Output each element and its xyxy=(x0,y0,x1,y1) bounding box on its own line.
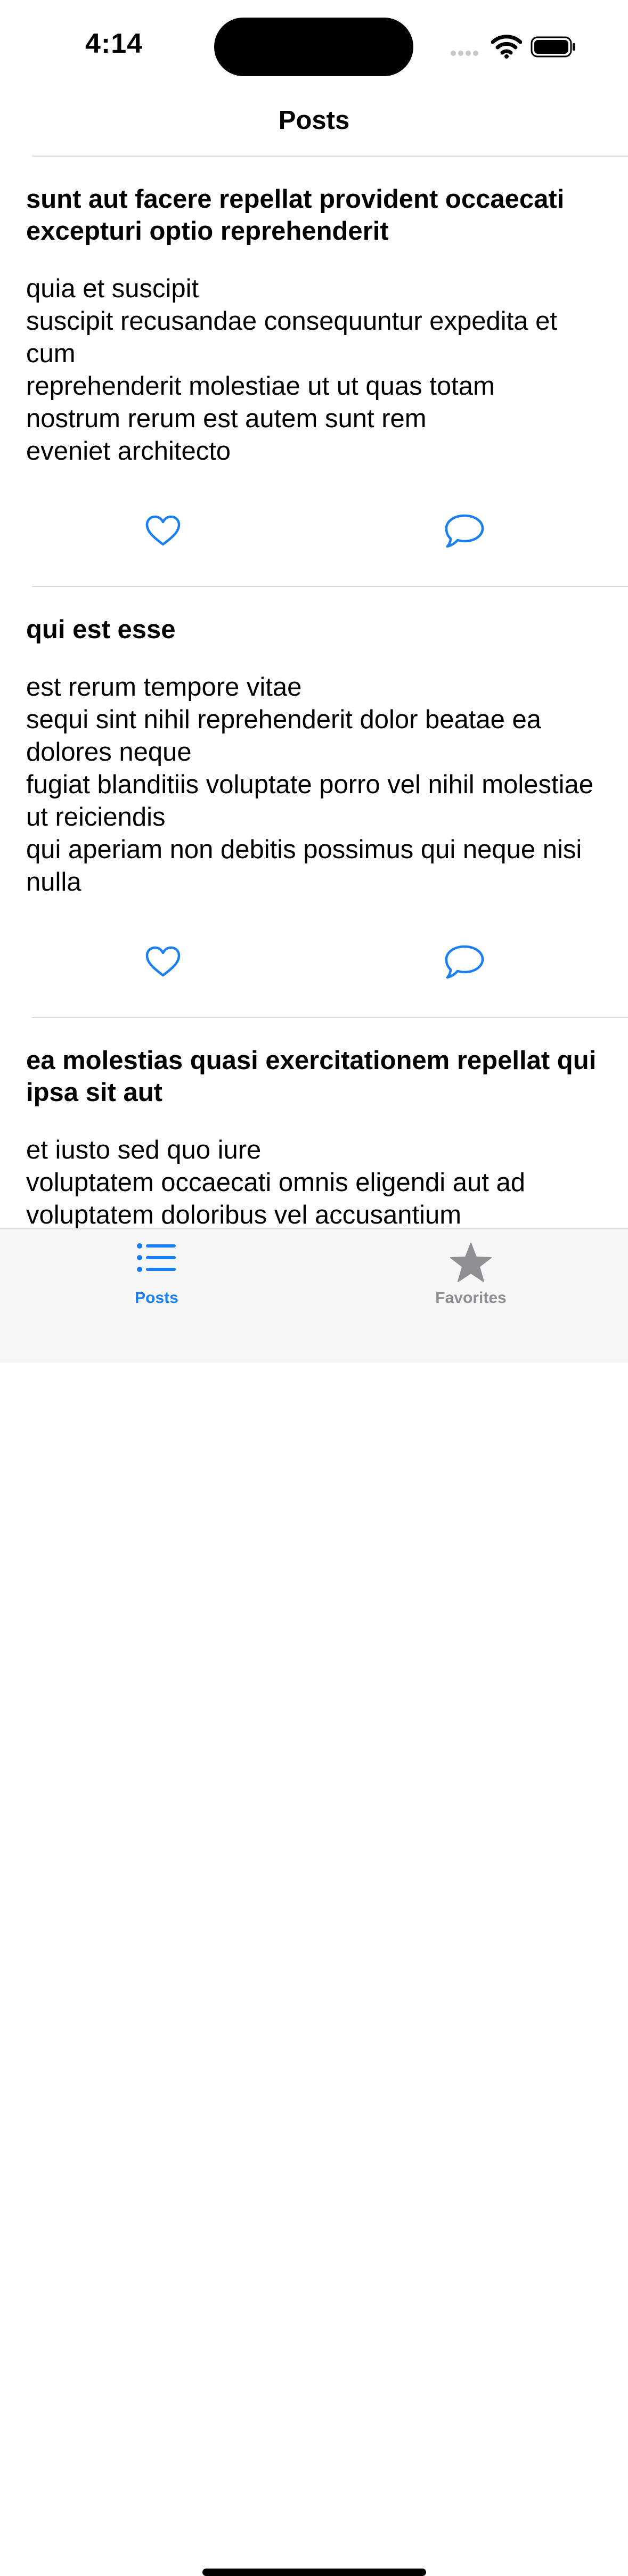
post-body: quia et suscipit suscipit recusandae con… xyxy=(26,274,557,466)
cellular-signal-icon xyxy=(451,51,478,56)
star-icon xyxy=(450,1243,492,1282)
status-time: 4:14 xyxy=(85,28,143,59)
post-cell[interactable]: ea molestias quasi exercitationem repell… xyxy=(0,1017,628,1228)
tab-favorites[interactable]: Favorites xyxy=(391,1229,551,1315)
list-bullet-icon xyxy=(137,1243,176,1272)
speech-bubble-icon xyxy=(445,514,484,548)
status-bar: 4:14 xyxy=(0,0,628,91)
nav-title: Posts xyxy=(278,106,350,135)
post-cell[interactable]: qui est esse est rerum tempore vitae seq… xyxy=(0,586,628,1017)
post-title: sunt aut facere repellat provident occae… xyxy=(26,185,565,246)
like-button[interactable] xyxy=(139,938,187,986)
post-title: qui est esse xyxy=(26,615,176,644)
dynamic-island xyxy=(214,18,413,76)
speech-bubble-icon xyxy=(445,945,484,979)
heart-icon xyxy=(145,515,181,546)
tab-bar: Posts Favorites xyxy=(0,1228,628,2576)
battery-icon xyxy=(531,36,575,58)
post-title: ea molestias quasi exercitationem repell… xyxy=(26,1046,597,1107)
wifi-icon xyxy=(491,35,522,59)
post-actions xyxy=(0,932,628,1017)
heart-icon xyxy=(145,946,181,977)
post-actions xyxy=(0,501,628,586)
comment-button[interactable] xyxy=(441,507,488,555)
comment-button[interactable] xyxy=(441,938,488,986)
post-body: et iusto sed quo iure voluptatem occaeca… xyxy=(26,1136,526,1228)
tab-label: Posts xyxy=(135,1289,178,1307)
post-body: est rerum tempore vitae sequi sint nihil… xyxy=(26,673,593,896)
home-indicator xyxy=(202,2569,426,2576)
posts-feed[interactable]: sunt aut facere repellat provident occae… xyxy=(0,156,628,1228)
tab-posts[interactable]: Posts xyxy=(77,1229,236,1315)
like-button[interactable] xyxy=(139,507,187,555)
post-cell[interactable]: sunt aut facere repellat provident occae… xyxy=(0,156,628,586)
tab-label: Favorites xyxy=(435,1289,507,1307)
